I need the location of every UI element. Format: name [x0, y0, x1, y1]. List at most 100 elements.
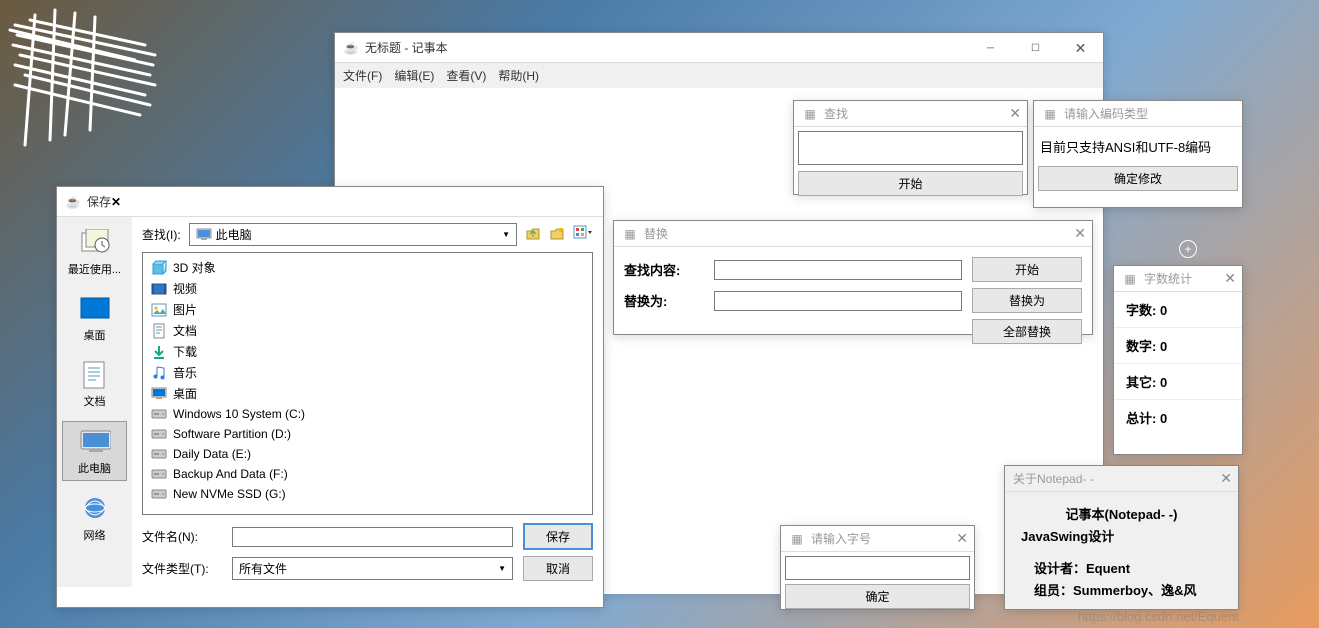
wordcount-window: ▦ 字数统计 ✕ 字数: 0 数字: 0 其它: 0 总计: 0	[1113, 265, 1243, 455]
list-item[interactable]: Software Partition (D:)	[147, 424, 588, 444]
menu-edit[interactable]: 编辑(E)	[394, 67, 434, 84]
window-icon: ▦	[802, 106, 818, 122]
close-button[interactable]: ✕	[1009, 105, 1021, 122]
menu-bar: 文件(F) 编辑(E) 查看(V) 帮助(H)	[335, 63, 1103, 88]
filename-input[interactable]	[232, 527, 513, 547]
encoding-ok-button[interactable]: 确定修改	[1038, 166, 1238, 191]
window-icon: ▦	[1042, 106, 1058, 122]
recent-icon	[79, 227, 111, 259]
hdd-icon	[151, 466, 167, 482]
stat-numbers: 数字: 0	[1114, 328, 1242, 364]
sidebar-recent[interactable]: 最近使用...	[62, 223, 127, 281]
list-item[interactable]: 视频	[147, 278, 588, 299]
list-item[interactable]: 3D 对象	[147, 257, 588, 278]
list-item[interactable]: 文档	[147, 320, 588, 341]
about-window: 关于Notepad- - ✕ 记事本(Notepad- -) JavaSwing…	[1004, 465, 1239, 610]
film-icon	[151, 281, 167, 297]
list-item[interactable]: 下载	[147, 341, 588, 362]
fontsize-ok-button[interactable]: 确定	[785, 584, 970, 609]
up-folder-icon[interactable]	[525, 225, 541, 244]
encoding-window: ▦ 请输入编码类型 目前只支持ANSI和UTF-8编码 确定修改	[1033, 100, 1243, 208]
replace-title: 替换	[644, 225, 668, 242]
stat-total: 总计: 0	[1114, 400, 1242, 435]
watermark: https://blog.csdn.net/Equent	[1078, 609, 1239, 624]
window-icon: ▦	[789, 531, 805, 547]
list-item[interactable]: 桌面	[147, 383, 588, 404]
replace-find-input[interactable]	[714, 260, 962, 280]
about-content: 记事本(Notepad- -) JavaSwing设计 设计者：Equent 组…	[1005, 492, 1238, 614]
about-title: 关于Notepad- -	[1013, 470, 1094, 487]
menu-view[interactable]: 查看(V)	[446, 67, 486, 84]
window-icon: ▦	[1122, 271, 1138, 287]
close-button[interactable]: ✕	[1224, 270, 1236, 287]
sidebar-network[interactable]: 网络	[62, 489, 127, 547]
computer-icon	[79, 426, 111, 458]
find-title: 查找	[824, 105, 848, 122]
save-title: 保存	[87, 193, 111, 210]
chevron-down-icon: ▼	[502, 230, 510, 239]
sidebar-desktop[interactable]: 桌面	[62, 289, 127, 347]
location-dropdown[interactable]: 此电脑 ▼	[189, 223, 517, 246]
list-item[interactable]: 图片	[147, 299, 588, 320]
fontsize-input[interactable]	[785, 556, 970, 580]
filename-label: 文件名(N):	[142, 528, 222, 545]
replace-label: 替换为:	[624, 291, 704, 310]
close-button[interactable]: ✕	[1074, 225, 1086, 242]
mon-icon	[151, 386, 167, 402]
find-input[interactable]	[798, 131, 1023, 165]
fontsize-title: 请输入字号	[811, 530, 871, 547]
chevron-down-icon: ▼	[498, 564, 506, 573]
minimize-button[interactable]: ─	[968, 33, 1013, 63]
new-folder-icon[interactable]	[549, 225, 565, 244]
replace-all-button[interactable]: 全部替换	[972, 319, 1082, 344]
menu-help[interactable]: 帮助(H)	[498, 67, 539, 84]
list-item[interactable]: New NVMe SSD (G:)	[147, 484, 588, 504]
hdd-icon	[151, 486, 167, 502]
save-button[interactable]: 保存	[523, 523, 593, 550]
replace-with-input[interactable]	[714, 291, 962, 311]
replace-start-button[interactable]: 开始	[972, 257, 1082, 282]
wordcount-title: 字数统计	[1144, 270, 1192, 287]
scribble-decoration	[5, 5, 165, 155]
box3d-icon	[151, 260, 167, 276]
desktop-icon	[79, 293, 111, 325]
close-button[interactable]: ✕	[1220, 470, 1232, 487]
stat-other: 其它: 0	[1114, 364, 1242, 400]
menu-file[interactable]: 文件(F)	[343, 67, 382, 84]
filetype-dropdown[interactable]: 所有文件▼	[232, 557, 513, 580]
close-button[interactable]: ✕	[111, 195, 121, 209]
maximize-button[interactable]: ☐	[1013, 33, 1058, 63]
fontsize-window: ▦ 请输入字号 ✕ 确定	[780, 525, 975, 610]
sidebar-documents[interactable]: 文档	[62, 355, 127, 413]
close-button[interactable]: ✕	[956, 530, 968, 547]
window-icon: ▦	[622, 226, 638, 242]
sidebar-thispc[interactable]: 此电脑	[62, 421, 127, 481]
list-item[interactable]: Daily Data (E:)	[147, 444, 588, 464]
encoding-message: 目前只支持ANSI和UTF-8编码	[1034, 127, 1242, 166]
java-icon: ☕	[65, 194, 81, 210]
hdd-icon	[151, 426, 167, 442]
save-sidebar: 最近使用... 桌面 文档 此电脑 网络	[57, 217, 132, 587]
hdd-icon	[151, 446, 167, 462]
plus-icon[interactable]: +	[1179, 240, 1197, 258]
list-item[interactable]: 音乐	[147, 362, 588, 383]
list-item[interactable]: Windows 10 System (C:)	[147, 404, 588, 424]
computer-icon	[196, 228, 212, 242]
find-window: ▦ 查找 ✕ 开始	[793, 100, 1028, 195]
list-item[interactable]: Backup And Data (F:)	[147, 464, 588, 484]
note-icon	[151, 365, 167, 381]
doc-icon	[151, 323, 167, 339]
cancel-button[interactable]: 取消	[523, 556, 593, 581]
pic-icon	[151, 302, 167, 318]
lookin-label: 查找(I):	[142, 226, 181, 243]
find-start-button[interactable]: 开始	[798, 171, 1023, 196]
file-list[interactable]: 3D 对象视频图片文档下载音乐桌面Windows 10 System (C:)S…	[142, 252, 593, 515]
documents-icon	[79, 359, 111, 391]
java-icon: ☕	[343, 40, 359, 56]
replace-button[interactable]: 替换为	[972, 288, 1082, 313]
view-icon[interactable]	[573, 225, 593, 244]
filetype-label: 文件类型(T):	[142, 560, 222, 577]
close-button[interactable]: ✕	[1058, 33, 1103, 63]
stat-chars: 字数: 0	[1114, 292, 1242, 328]
hdd-icon	[151, 406, 167, 422]
